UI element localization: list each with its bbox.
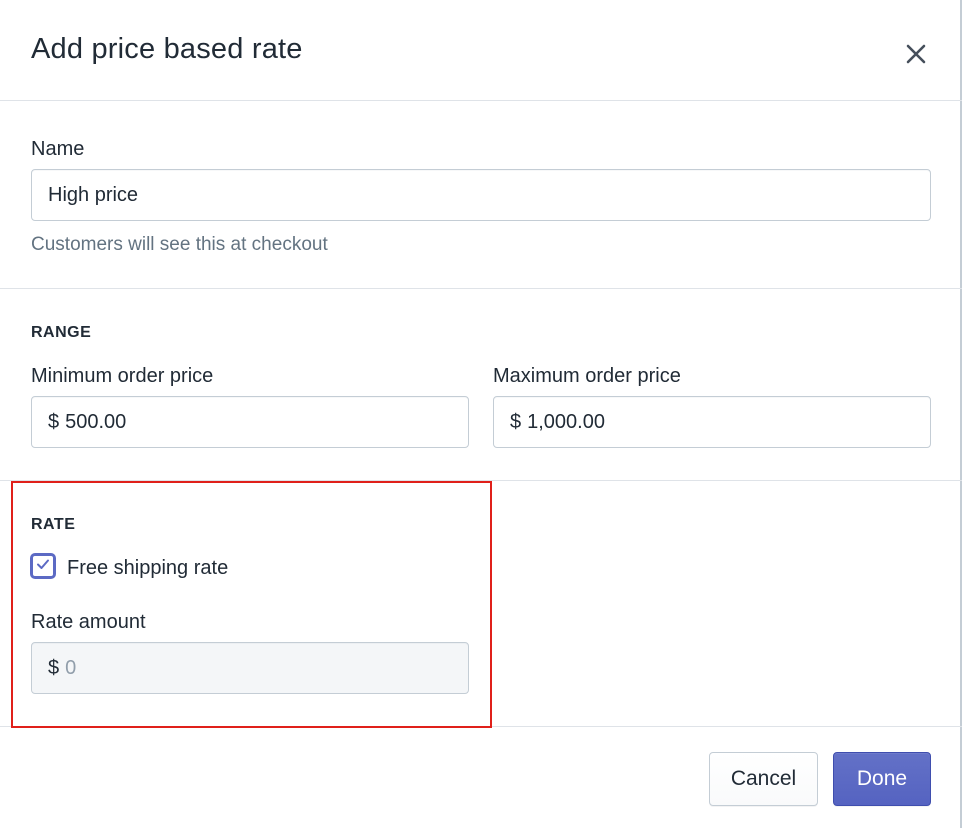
- rate-amount-input[interactable]: $ 0: [31, 642, 469, 694]
- name-help-text: Customers will see this at checkout: [31, 234, 328, 255]
- rate-heading: RATE: [31, 516, 76, 533]
- checkmark-icon: [35, 556, 51, 577]
- add-rate-modal: Add price based rate Name High price Cus…: [0, 0, 962, 828]
- modal-title: Add price based rate: [31, 33, 303, 65]
- rate-amount-placeholder: 0: [65, 656, 77, 679]
- section-divider: [0, 288, 962, 289]
- close-button[interactable]: [898, 36, 934, 72]
- range-heading: RANGE: [31, 324, 92, 341]
- modal-header: Add price based rate: [0, 0, 962, 101]
- rate-amount-label: Rate amount: [31, 611, 146, 633]
- cancel-button[interactable]: Cancel: [709, 752, 818, 806]
- max-price-label: Maximum order price: [493, 365, 681, 387]
- max-price-value: 1,000.00: [527, 410, 605, 433]
- done-button[interactable]: Done: [833, 752, 931, 806]
- currency-prefix: $: [48, 656, 60, 679]
- name-label: Name: [31, 138, 85, 160]
- section-divider: [0, 480, 962, 481]
- min-price-label: Minimum order price: [31, 365, 214, 387]
- min-price-value: 500.00: [65, 410, 127, 433]
- name-input-value: High price: [48, 183, 139, 206]
- currency-prefix: $: [48, 410, 60, 433]
- currency-prefix: $: [510, 410, 522, 433]
- max-price-input[interactable]: $ 1,000.00: [493, 396, 931, 448]
- name-input[interactable]: High price: [31, 169, 931, 221]
- free-shipping-checkbox[interactable]: [31, 554, 55, 578]
- close-icon: [898, 36, 934, 72]
- free-shipping-label[interactable]: Free shipping rate: [67, 557, 228, 580]
- min-price-input[interactable]: $ 500.00: [31, 396, 469, 448]
- footer-divider: [0, 726, 962, 727]
